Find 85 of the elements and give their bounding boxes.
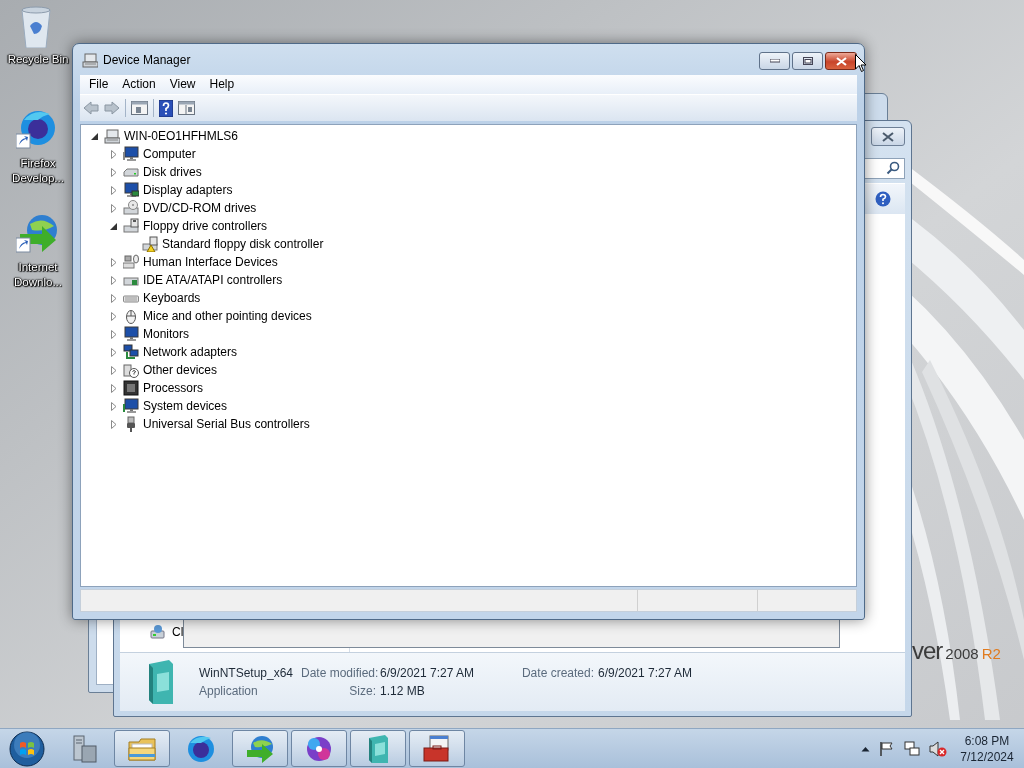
- wallpaper-logo-text: R2: [981, 645, 1001, 662]
- maximize-button[interactable]: [792, 52, 823, 70]
- tree-item[interactable]: Standard floppy disk controller: [162, 237, 324, 251]
- menu-item[interactable]: Action: [115, 75, 163, 94]
- clock[interactable]: 6:08 PM 7/12/2024: [956, 732, 1018, 765]
- tree-item[interactable]: Human Interface Devices: [143, 255, 278, 269]
- start-button[interactable]: [7, 730, 47, 767]
- detail-label: Size:: [348, 684, 376, 698]
- detail-value: 6/9/2021 7:27 AM: [598, 666, 693, 680]
- tree-item[interactable]: Floppy drive controllers: [143, 219, 268, 233]
- mouse-cursor-icon: [855, 54, 867, 73]
- clock-time: 6:08 PM: [964, 732, 1010, 749]
- properties-panel-icon[interactable]: [178, 101, 195, 115]
- taskbar-button[interactable]: [114, 730, 170, 767]
- monitor-icon: [122, 326, 139, 342]
- tree-item[interactable]: Keyboards: [143, 291, 201, 305]
- wallpaper-logo-text: 2008: [945, 645, 979, 662]
- close-icon: [882, 131, 894, 142]
- tree-item[interactable]: Network adapters: [143, 345, 238, 359]
- question-mark-device-icon: [122, 362, 139, 378]
- taskbar-button[interactable]: [232, 730, 288, 767]
- tree-item[interactable]: Monitors: [143, 327, 189, 341]
- tree-item[interactable]: Display adapters: [143, 183, 233, 197]
- globe-icon: [186, 733, 216, 764]
- system-monitor-icon: [122, 398, 139, 414]
- menu-item[interactable]: File: [82, 75, 116, 94]
- tree-item[interactable]: WIN-0EO1HFHMLS6: [124, 129, 239, 143]
- wallpaper-logo-text: ver: [912, 637, 943, 665]
- processor-chip-icon: [122, 380, 139, 396]
- globe-arrow-icon[interactable]: [16, 212, 60, 256]
- back-arrow-icon[interactable]: [83, 101, 99, 115]
- keyboard-mouse-icon: [122, 254, 139, 270]
- floppy-drive-icon: [122, 218, 139, 234]
- network-icon[interactable]: [904, 740, 920, 757]
- flag-icon[interactable]: [879, 740, 895, 757]
- drive-icon: [150, 624, 166, 640]
- close-icon: [835, 56, 847, 66]
- search-field[interactable]: [863, 157, 905, 179]
- display-adapter-icon: [122, 182, 139, 198]
- tree-item[interactable]: Universal Serial Bus controllers: [143, 417, 310, 431]
- tree-item[interactable]: Disk drives: [143, 165, 202, 179]
- computer-network-icon: [82, 51, 98, 68]
- detail-value: 6/9/2021 7:27 AM: [380, 666, 476, 680]
- tree-item[interactable]: Computer: [143, 147, 196, 161]
- file-name: WinNTSetup_x64: [199, 666, 295, 680]
- detail-value: 1.12 MB: [380, 684, 426, 698]
- computer-network-icon: [103, 128, 120, 144]
- search-icon: [886, 161, 900, 175]
- minimize-button[interactable]: [759, 52, 790, 70]
- floppy-drive-warning-icon: [141, 236, 158, 252]
- globe-arrow-icon: [245, 733, 275, 764]
- help-icon[interactable]: [159, 99, 173, 117]
- show-hidden-icons-icon[interactable]: [861, 745, 870, 752]
- taskbar-button[interactable]: [291, 730, 347, 767]
- taskbar-button[interactable]: [409, 730, 465, 767]
- close-button[interactable]: [825, 52, 857, 70]
- forward-arrow-icon[interactable]: [104, 101, 120, 115]
- network-icon: [122, 344, 139, 360]
- clock-date: 7/12/2024: [960, 748, 1014, 765]
- toolbox-icon: [422, 733, 452, 764]
- maximize-icon: [802, 57, 813, 65]
- panel-icon[interactable]: [131, 101, 148, 115]
- speaker-muted-icon[interactable]: [929, 740, 947, 757]
- tree-item[interactable]: DVD/CD-ROM drives: [143, 201, 257, 215]
- taskbar-button[interactable]: [350, 730, 406, 767]
- detail-label: Date created:: [520, 666, 594, 680]
- tree-item[interactable]: Processors: [143, 381, 204, 395]
- computer-icon: [122, 146, 139, 162]
- tree-item[interactable]: Other devices: [143, 363, 218, 377]
- expander-icon[interactable]: [90, 131, 99, 141]
- detail-label: Date modified:: [301, 666, 376, 680]
- tree-item[interactable]: System devices: [143, 399, 228, 413]
- menu-item[interactable]: View: [162, 75, 203, 94]
- menu-item[interactable]: Help: [202, 75, 242, 94]
- expander-icon[interactable]: [109, 221, 118, 231]
- dvd-drive-icon: [122, 200, 139, 216]
- minimize-icon: [769, 59, 780, 63]
- tree-item[interactable]: Mice and other pointing devices: [143, 309, 312, 323]
- window-title: Device Manager: [103, 52, 191, 67]
- tree-item[interactable]: IDE ATA/ATAPI controllers: [143, 273, 283, 287]
- nav-item[interactable]: Cl: [172, 625, 184, 639]
- close-button[interactable]: [871, 127, 905, 146]
- file-type: Application: [199, 684, 259, 698]
- help-icon[interactable]: [875, 191, 891, 207]
- windows-orb-icon: [9, 730, 45, 767]
